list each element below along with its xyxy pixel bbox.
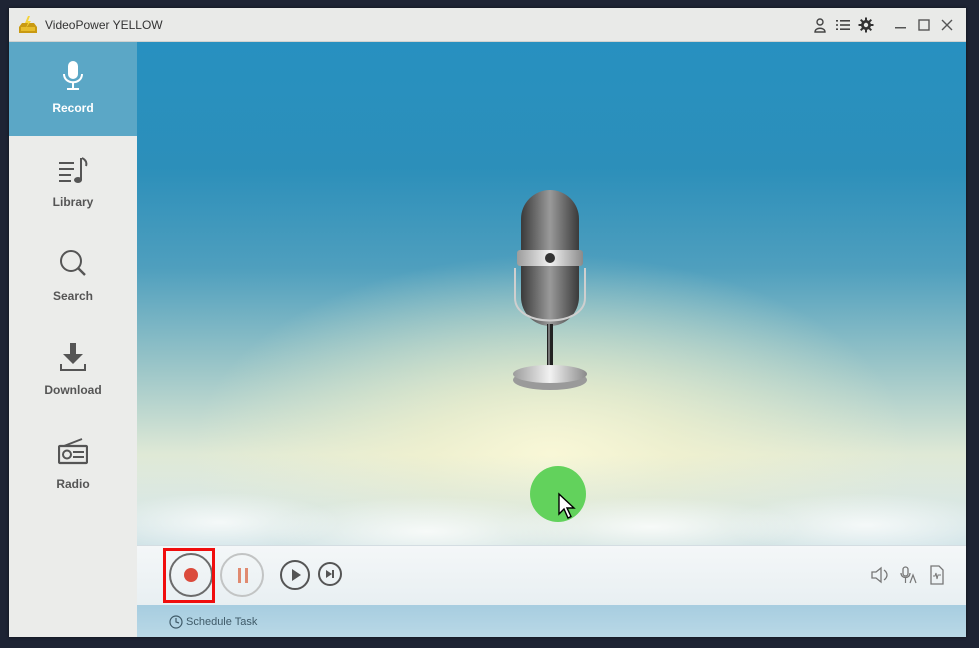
settings-icon[interactable]: [858, 17, 874, 33]
sidebar-item-library[interactable]: Library: [9, 136, 137, 230]
mouse-cursor-icon: [558, 492, 576, 519]
audio-file-icon[interactable]: [927, 565, 947, 585]
sidebar-item-label: Search: [52, 289, 94, 303]
sidebar-item-download[interactable]: Download: [9, 324, 137, 418]
studio-microphone-illustration: [513, 190, 587, 390]
sidebar-item-label: Record: [52, 101, 94, 115]
radio-icon: [58, 438, 88, 465]
pause-button[interactable]: [220, 553, 264, 597]
speaker-icon[interactable]: [870, 565, 890, 585]
search-icon: [60, 250, 86, 276]
microphone-icon: [63, 61, 83, 90]
clock-icon: [169, 615, 183, 629]
close-button[interactable]: [939, 17, 955, 33]
sidebar-item-label: Radio: [56, 477, 90, 491]
title-bar: VideoPower YELLOW: [9, 8, 966, 42]
playback-control-bar: [137, 545, 966, 606]
sidebar-item-label: Library: [52, 195, 94, 209]
next-button[interactable]: [318, 562, 342, 586]
schedule-bar: Schedule Task: [137, 605, 966, 637]
list-menu-icon[interactable]: [835, 17, 851, 33]
play-button[interactable]: [280, 560, 310, 590]
play-icon: [292, 569, 301, 581]
pause-icon-bar: [245, 568, 248, 583]
minimize-button[interactable]: [893, 17, 909, 33]
app-logo-icon: [19, 16, 37, 33]
user-icon[interactable]: [812, 17, 828, 33]
sidebar-item-search[interactable]: Search: [9, 230, 137, 324]
sidebar-item-label: Download: [44, 383, 102, 397]
sidebar: Record Library Search Download Radio: [9, 42, 138, 637]
schedule-task-label: Schedule Task: [186, 616, 258, 628]
app-window: VideoPower YELLOW Record Library Search …: [9, 8, 966, 637]
sidebar-item-radio[interactable]: Radio: [9, 418, 137, 512]
app-title: VideoPower YELLOW: [45, 18, 163, 32]
skip-next-icon: [326, 570, 334, 578]
music-list-icon: [59, 157, 88, 183]
record-button-highlight: [163, 548, 215, 603]
pause-icon: [238, 568, 241, 583]
maximize-button[interactable]: [916, 17, 932, 33]
microphone-source-icon[interactable]: [899, 565, 919, 585]
schedule-task-button[interactable]: Schedule Task: [169, 614, 257, 630]
sidebar-item-record[interactable]: Record: [9, 42, 137, 136]
download-icon: [60, 343, 86, 371]
record-main-panel: [137, 42, 966, 545]
